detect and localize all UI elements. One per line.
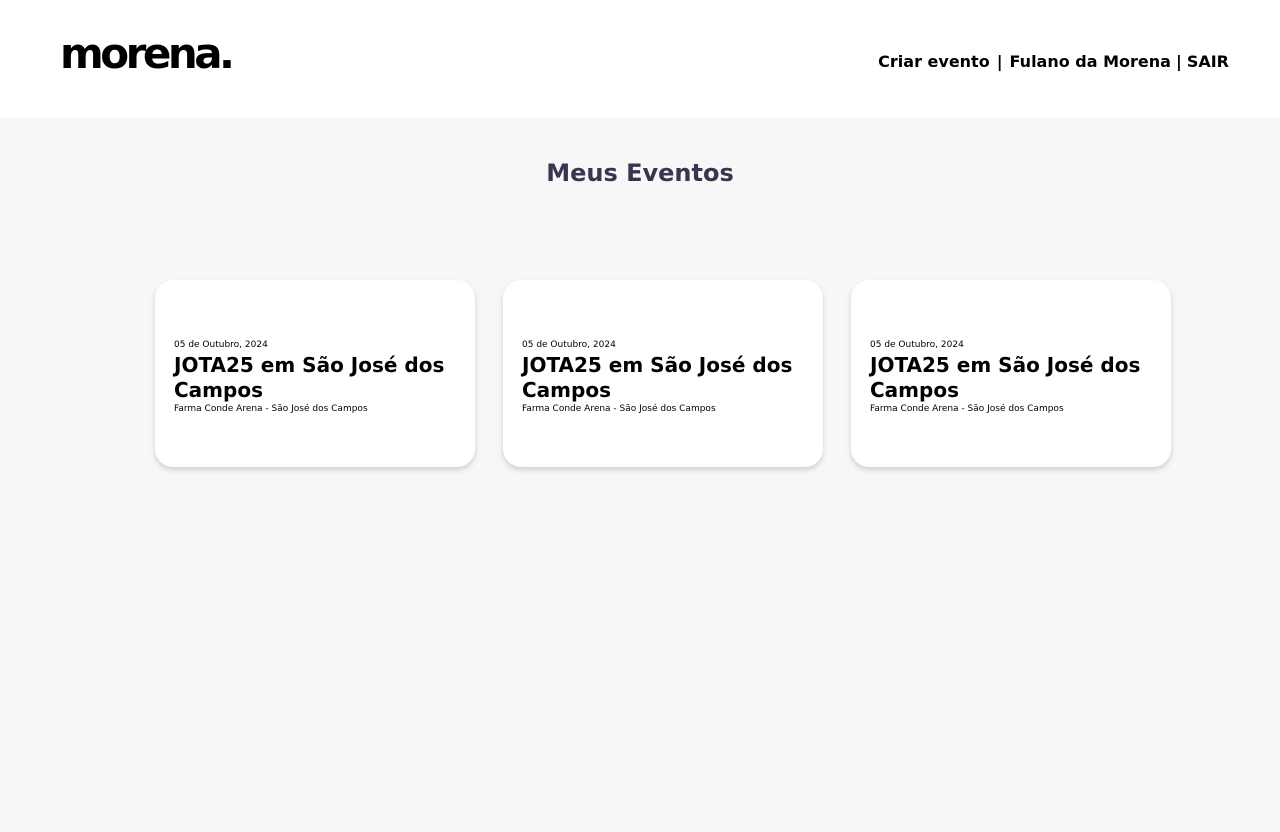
event-title: JOTA25 em São José dos Campos xyxy=(522,353,793,402)
event-date: 05 de Outubro, 2024 xyxy=(174,340,268,350)
event-venue: Farma Conde Arena - São José dos Campos xyxy=(522,404,716,414)
logout-link[interactable]: SAIR xyxy=(1187,52,1229,71)
logo[interactable]: morena. xyxy=(60,29,235,79)
top-nav: Criar evento | Fulano da Morena | SAIR xyxy=(878,50,1229,72)
page-title: Meus Eventos xyxy=(546,159,734,187)
event-venue: Farma Conde Arena - São José dos Campos xyxy=(174,404,368,414)
nav-separator: | xyxy=(1175,51,1182,71)
create-event-link[interactable]: Criar evento xyxy=(878,52,990,71)
event-date: 05 de Outubro, 2024 xyxy=(522,340,616,350)
user-name-link[interactable]: Fulano da Morena xyxy=(1010,52,1171,71)
header: morena. Criar evento | Fulano da Morena … xyxy=(0,0,1280,118)
event-date: 05 de Outubro, 2024 xyxy=(870,340,964,350)
event-venue: Farma Conde Arena - São José dos Campos xyxy=(870,404,1064,414)
event-card[interactable]: 05 de Outubro, 2024 JOTA25 em São José d… xyxy=(503,280,823,467)
event-card[interactable]: 05 de Outubro, 2024 JOTA25 em São José d… xyxy=(851,280,1171,467)
event-list: 05 de Outubro, 2024 JOTA25 em São José d… xyxy=(155,280,1171,467)
event-card[interactable]: 05 de Outubro, 2024 JOTA25 em São José d… xyxy=(155,280,475,467)
event-title: JOTA25 em São José dos Campos xyxy=(870,353,1141,402)
event-title: JOTA25 em São José dos Campos xyxy=(174,353,445,402)
nav-separator: | xyxy=(996,51,1003,71)
